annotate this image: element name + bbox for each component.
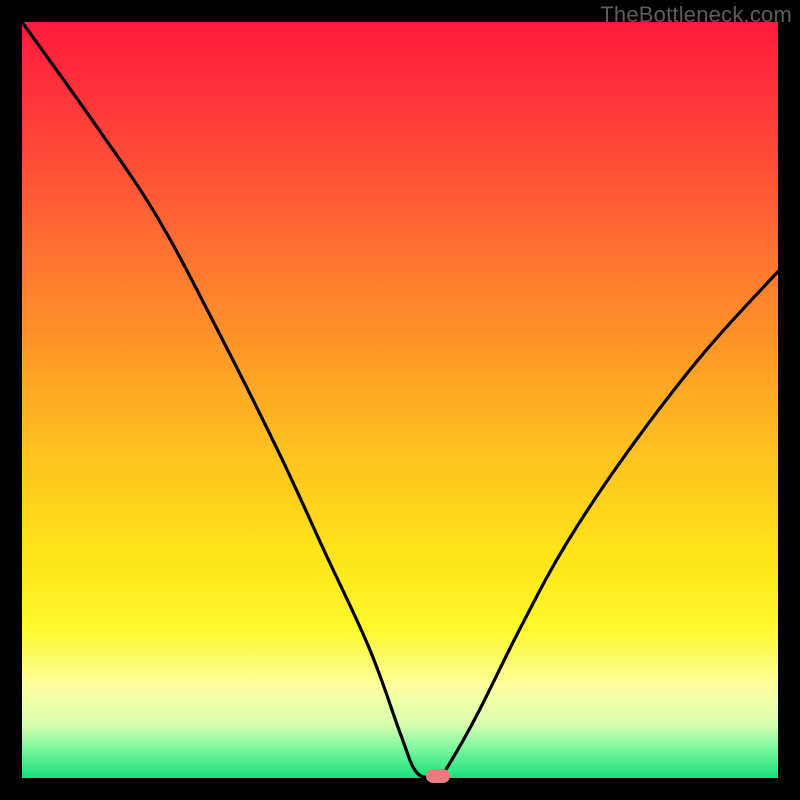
bottleneck-curve — [22, 22, 778, 778]
chart-plot-area — [22, 22, 778, 778]
optimum-marker — [426, 769, 450, 783]
watermark-text: TheBottleneck.com — [600, 2, 792, 28]
bottleneck-curve-svg — [22, 22, 778, 778]
